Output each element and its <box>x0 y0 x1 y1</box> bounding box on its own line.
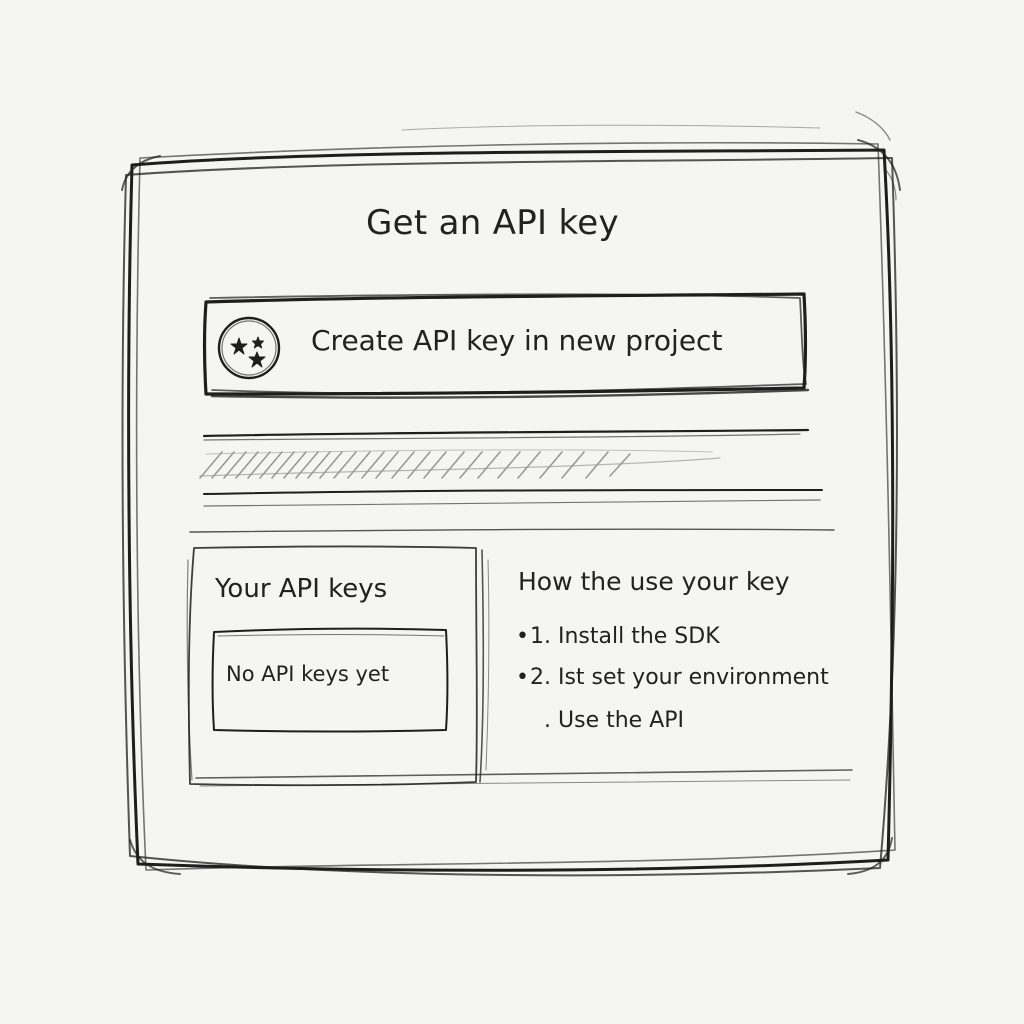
bullet: • <box>516 624 529 649</box>
usage-heading: How the use your key <box>518 567 790 596</box>
step-text: Use the API <box>558 708 684 733</box>
step-item: •1. Install the SDK <box>516 624 720 649</box>
divider-lines <box>189 428 835 533</box>
step-text: 2. Ist set your environment <box>530 665 829 690</box>
panel-separator <box>479 549 490 783</box>
dialog-title: Get an API key <box>366 203 619 243</box>
bullet: • <box>516 665 529 690</box>
step-item: •2. Ist set your environment <box>516 665 829 690</box>
step-text: 1. Install the SDK <box>530 624 720 649</box>
sketch-frame <box>121 111 901 877</box>
your-api-keys-heading: Your API keys <box>215 574 388 604</box>
hatch-placeholder <box>199 449 721 479</box>
create-api-key-label: Create API key in new project <box>311 324 723 357</box>
step-item: . Use the API <box>544 708 684 733</box>
bullet: . <box>544 708 551 733</box>
empty-state-text: No API keys yet <box>226 662 390 686</box>
panel-bottom-line <box>195 769 853 787</box>
